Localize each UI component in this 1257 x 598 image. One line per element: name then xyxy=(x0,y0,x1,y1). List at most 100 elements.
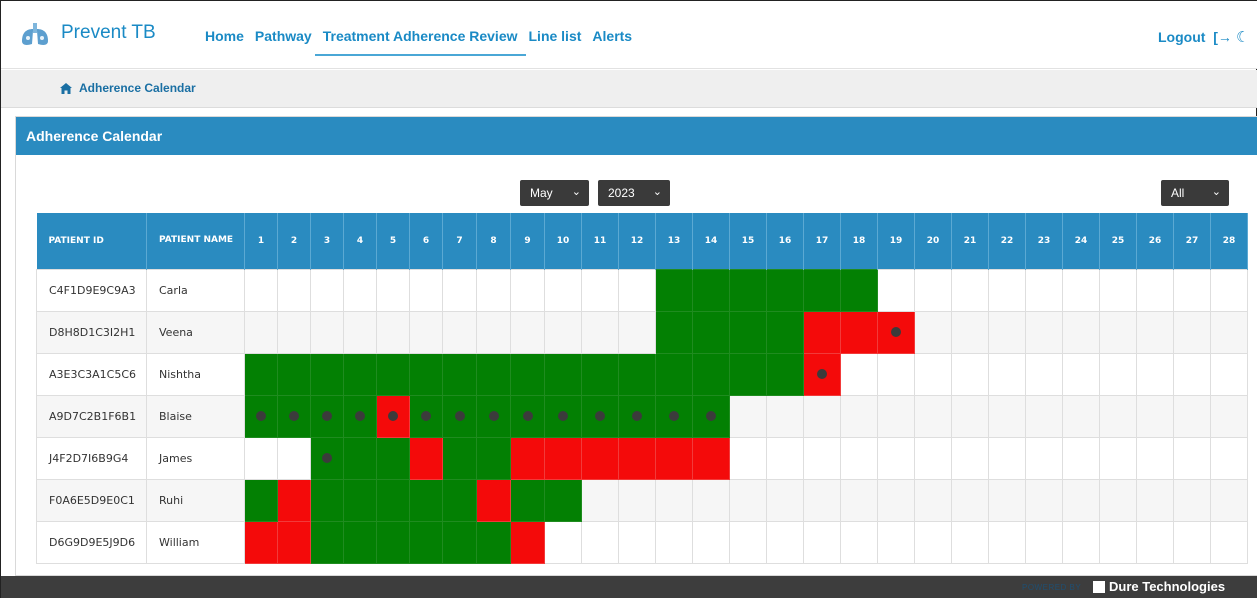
day-cell[interactable] xyxy=(1210,520,1248,564)
day-cell[interactable] xyxy=(1173,310,1211,354)
day-cell[interactable] xyxy=(803,436,841,480)
day-cell[interactable] xyxy=(1136,268,1174,312)
day-cell[interactable] xyxy=(1173,352,1211,396)
day-cell[interactable] xyxy=(244,268,278,312)
table-row[interactable]: A9D7C2B1F6B1 Blaise xyxy=(36,394,1248,438)
dose-missed-cell[interactable] xyxy=(510,520,545,564)
day-cell[interactable] xyxy=(1025,478,1063,522)
dose-taken-cell[interactable] xyxy=(310,478,344,522)
column-header-patient-name[interactable]: PATIENT NAME xyxy=(146,213,245,269)
day-cell[interactable] xyxy=(1062,520,1100,564)
moon-icon[interactable]: ☾ xyxy=(1236,28,1249,46)
day-cell[interactable] xyxy=(277,310,311,354)
day-cell[interactable] xyxy=(343,310,377,354)
day-cell[interactable] xyxy=(1099,478,1137,522)
dose-taken-cell[interactable] xyxy=(442,436,477,480)
dose-taken-cell[interactable] xyxy=(510,352,545,396)
day-cell[interactable] xyxy=(840,436,878,480)
dose-missed-cell[interactable] xyxy=(544,436,582,480)
day-cell[interactable] xyxy=(618,520,656,564)
dose-taken-cell[interactable] xyxy=(376,436,410,480)
day-cell[interactable] xyxy=(1025,436,1063,480)
day-cell[interactable] xyxy=(310,310,344,354)
day-cell[interactable] xyxy=(1099,268,1137,312)
dose-taken-cell[interactable] xyxy=(692,352,730,396)
day-cell[interactable] xyxy=(1210,478,1248,522)
day-cell[interactable] xyxy=(1062,310,1100,354)
day-cell[interactable] xyxy=(1099,436,1137,480)
day-cell[interactable] xyxy=(692,520,730,564)
day-cell[interactable] xyxy=(1210,394,1248,438)
month-select[interactable]: May ⌄ xyxy=(520,180,589,206)
dose-missed-cell[interactable] xyxy=(409,436,443,480)
dose-missed-cell[interactable] xyxy=(618,436,656,480)
day-cell[interactable] xyxy=(1136,478,1174,522)
day-cell[interactable] xyxy=(1210,310,1248,354)
dose-missed-cell[interactable] xyxy=(692,436,730,480)
day-cell[interactable] xyxy=(988,268,1026,312)
day-cell[interactable] xyxy=(1062,394,1100,438)
day-cell[interactable] xyxy=(510,310,545,354)
nav-line-list[interactable]: Line list xyxy=(529,28,582,56)
dose-taken-cell[interactable] xyxy=(544,352,582,396)
dose-taken-cell[interactable] xyxy=(618,352,656,396)
patient-id-cell[interactable]: A3E3C3A1C5C6 xyxy=(36,352,147,396)
day-cell[interactable] xyxy=(803,394,841,438)
day-cell[interactable] xyxy=(914,394,952,438)
day-cell[interactable] xyxy=(729,436,767,480)
day-cell[interactable] xyxy=(1136,436,1174,480)
dose-taken-cell[interactable] xyxy=(310,520,344,564)
view-filter-select[interactable]: All ⌄ xyxy=(1161,180,1229,206)
dose-taken-cell[interactable] xyxy=(343,352,377,396)
day-cell[interactable] xyxy=(1173,436,1211,480)
day-cell[interactable] xyxy=(442,268,477,312)
dose-taken-cell[interactable] xyxy=(310,394,344,438)
home-icon[interactable] xyxy=(60,82,72,94)
day-cell[interactable] xyxy=(951,268,989,312)
day-cell[interactable] xyxy=(951,394,989,438)
logout-button[interactable]: Logout [→ xyxy=(1158,29,1232,45)
day-cell[interactable] xyxy=(766,394,804,438)
dose-taken-cell[interactable] xyxy=(442,520,477,564)
dose-taken-cell[interactable] xyxy=(244,352,278,396)
day-cell[interactable] xyxy=(655,520,693,564)
dose-taken-cell[interactable] xyxy=(343,436,377,480)
dose-taken-cell[interactable] xyxy=(409,520,443,564)
dose-taken-cell[interactable] xyxy=(476,520,511,564)
dose-taken-cell[interactable] xyxy=(655,394,693,438)
dose-taken-cell[interactable] xyxy=(692,394,730,438)
day-cell[interactable] xyxy=(1062,268,1100,312)
dose-taken-cell[interactable] xyxy=(376,478,410,522)
dose-taken-cell[interactable] xyxy=(581,352,619,396)
table-row[interactable]: D8H8D1C3I2H1 Veena xyxy=(36,310,1248,354)
day-cell[interactable] xyxy=(877,478,915,522)
day-cell[interactable] xyxy=(951,520,989,564)
day-cell[interactable] xyxy=(581,478,619,522)
day-cell[interactable] xyxy=(476,268,511,312)
dose-missed-cell[interactable] xyxy=(277,520,311,564)
day-cell[interactable] xyxy=(840,394,878,438)
day-cell[interactable] xyxy=(544,310,582,354)
day-cell[interactable] xyxy=(766,520,804,564)
day-cell[interactable] xyxy=(1173,268,1211,312)
day-cell[interactable] xyxy=(1136,520,1174,564)
day-cell[interactable] xyxy=(1025,268,1063,312)
patient-id-cell[interactable]: A9D7C2B1F6B1 xyxy=(36,394,147,438)
day-cell[interactable] xyxy=(343,268,377,312)
day-cell[interactable] xyxy=(581,520,619,564)
day-cell[interactable] xyxy=(581,268,619,312)
day-cell[interactable] xyxy=(877,394,915,438)
dose-missed-cell[interactable] xyxy=(510,436,545,480)
table-row[interactable]: D6G9D9E5J9D6 William xyxy=(36,520,1248,564)
dose-taken-cell[interactable] xyxy=(442,478,477,522)
dose-taken-cell[interactable] xyxy=(244,394,278,438)
patient-id-cell[interactable]: C4F1D9E9C9A3 xyxy=(36,268,147,312)
day-cell[interactable] xyxy=(1025,520,1063,564)
dose-taken-cell[interactable] xyxy=(277,352,311,396)
day-cell[interactable] xyxy=(729,478,767,522)
day-cell[interactable] xyxy=(1062,352,1100,396)
day-cell[interactable] xyxy=(409,268,443,312)
nav-pathway[interactable]: Pathway xyxy=(255,28,312,56)
day-cell[interactable] xyxy=(803,478,841,522)
dose-taken-cell[interactable] xyxy=(655,268,693,312)
